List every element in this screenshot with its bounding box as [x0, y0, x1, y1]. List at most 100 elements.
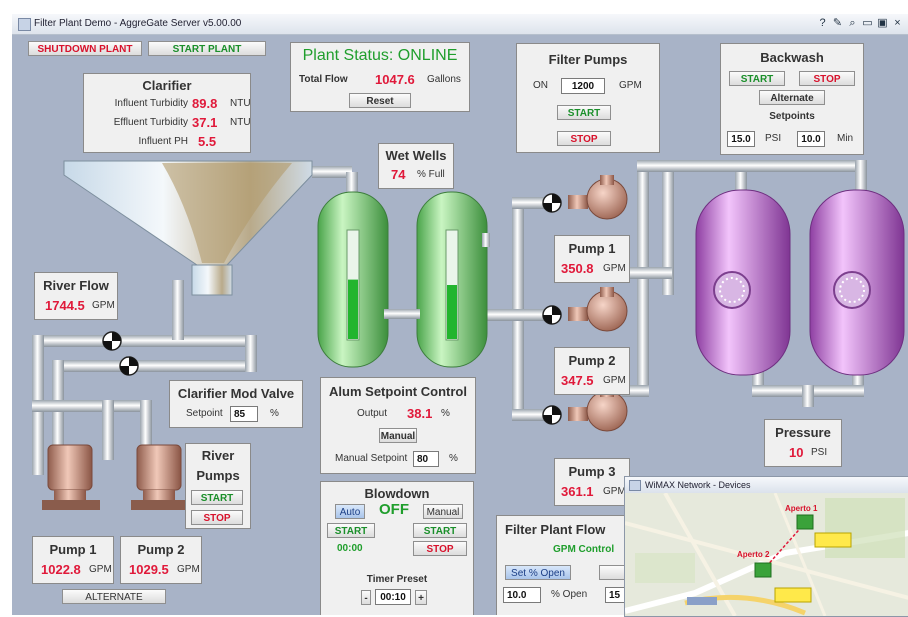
timer-increment-button[interactable]: + [415, 590, 427, 605]
pressure-value: 10 [789, 445, 804, 460]
wet-well-left-level [348, 279, 358, 339]
app-icon [18, 18, 31, 31]
device-2-icon[interactable] [754, 562, 772, 578]
blowdown-stop-button[interactable]: STOP [413, 541, 467, 556]
clarifier-neck [191, 264, 233, 296]
filter-pumps-stop-button[interactable]: STOP [557, 131, 611, 146]
influent-turbidity-value: 89.8 [192, 96, 218, 111]
backwash-title: Backwash [760, 50, 824, 65]
filter-flow-open-input[interactable]: 10.0 [503, 587, 541, 603]
backwash-min-input[interactable]: 10.0 [797, 131, 825, 147]
filter-pumps-gpm-unit: GPM [619, 80, 642, 91]
pump-3-unit: GPM [603, 486, 626, 497]
filter-pumps-start-button[interactable]: START [557, 105, 611, 120]
clarifier-valve-title: Clarifier Mod Valve [177, 386, 295, 401]
river-pump-1-title: Pump 1 [49, 542, 97, 557]
filter-flow-open-unit: % Open [551, 589, 588, 600]
shutdown-plant-button[interactable]: SHUTDOWN PLANT [28, 41, 142, 56]
zoom-icon[interactable]: ⌕ [846, 17, 859, 30]
alum-output-value: 38.1 [407, 406, 433, 421]
title-bar-buttons: ? ✎ ⌕ ▭ ▣ × [814, 16, 904, 30]
wet-wells-panel: Wet Wells 74 % Full [378, 143, 454, 189]
timer-decrement-button[interactable]: - [361, 590, 371, 605]
filter-pumps-on-label: ON [533, 80, 548, 91]
backwash-stop-button[interactable]: STOP [799, 71, 855, 86]
river-pump-2-value: 1029.5 [129, 562, 169, 577]
alum-manual-button[interactable]: Manual [379, 428, 417, 443]
network-window-titlebar: WiMAX Network - Devices [625, 477, 908, 493]
river-pump-1-value: 1022.8 [41, 562, 81, 577]
filter-flow-panel: Filter Plant Flow GPM Control Set % Open… [496, 515, 638, 615]
network-devices-window: WiMAX Network - Devices Aperto 1 Aperto … [624, 476, 908, 617]
pump-2-graphic [568, 287, 628, 332]
pump-1-value: 350.8 [561, 261, 594, 276]
network-window-icon [629, 480, 641, 492]
backwash-psi-input[interactable]: 15.0 [727, 131, 755, 147]
pipe-segment [384, 309, 420, 319]
filter-tank-right [809, 189, 905, 376]
blowdown-start-left-button[interactable]: START [327, 523, 375, 538]
set-percent-open-button[interactable]: Set % Open [505, 565, 571, 580]
network-map[interactable]: Aperto 1 Aperto 2 [625, 493, 908, 616]
blowdown-title: Blowdown [364, 486, 430, 501]
map-marker [687, 597, 717, 605]
plant-status-panel: Plant Status: ONLINE Total Flow 1047.6 G… [290, 42, 470, 112]
total-flow-unit: Gallons [427, 74, 461, 85]
filter-pumps-panel: Filter Pumps ON 1200 GPM START STOP [516, 43, 660, 153]
pump-2-panel: Pump 2 347.5 GPM [554, 347, 630, 395]
filter-tank-left [695, 189, 791, 376]
pump-3-panel: Pump 3 361.1 GPM [554, 458, 630, 506]
river-pumps-title-1: River [201, 448, 235, 463]
close-icon[interactable]: × [891, 17, 904, 29]
title-bar: Filter Plant Demo - AggreGate Server v5.… [12, 14, 908, 35]
reset-button[interactable]: Reset [349, 93, 411, 108]
river-pump-2-unit: GPM [177, 564, 200, 575]
help-icon[interactable]: ? [816, 17, 829, 29]
wet-well-right [416, 191, 488, 368]
alum-manual-setpoint-input[interactable]: 80 [413, 451, 439, 467]
start-plant-button[interactable]: START PLANT [148, 41, 266, 56]
influent-ph-value: 5.5 [198, 134, 217, 149]
edit-icon[interactable]: ✎ [831, 16, 844, 29]
restore-icon[interactable]: ▭ [861, 16, 874, 29]
valve-icon[interactable] [542, 305, 562, 325]
pump-2-title: Pump 2 [568, 353, 616, 368]
blowdown-manual-button[interactable]: Manual [423, 504, 463, 519]
network-window-title: WiMAX Network - Devices [645, 480, 751, 490]
backwash-min-unit: Min [837, 133, 854, 144]
total-flow-value: 1047.6 [375, 72, 415, 87]
influent-turbidity-unit: NTU [230, 98, 251, 109]
backwash-panel: Backwash START STOP Alternate Setpoints … [720, 43, 864, 155]
blowdown-panel: Blowdown Auto OFF Manual START START 00:… [320, 481, 474, 615]
pump-1-unit: GPM [603, 263, 626, 274]
valve-icon[interactable] [119, 356, 139, 376]
pressure-title: Pressure [775, 425, 831, 440]
blowdown-start-right-button[interactable]: START [413, 523, 467, 538]
influent-turbidity-label: Influent Turbidity [114, 98, 188, 109]
filter-pumps-gpm-input[interactable]: 1200 [561, 78, 605, 94]
timer-preset-input[interactable]: 00:10 [375, 589, 411, 605]
alum-title: Alum Setpoint Control [329, 384, 467, 399]
wet-well-right-level [447, 285, 457, 339]
river-pumps-start-button[interactable]: START [191, 490, 243, 505]
river-pumps-title-2: Pumps [196, 468, 240, 483]
blowdown-auto-button[interactable]: Auto [335, 504, 365, 519]
wet-wells-value: 74 [391, 167, 406, 182]
maximize-icon[interactable]: ▣ [876, 16, 889, 29]
river-pumps-stop-button[interactable]: STOP [191, 510, 243, 525]
plant-status-prefix: Plant Status: [302, 47, 394, 64]
valve-icon[interactable] [542, 405, 562, 425]
clarifier-valve-setpoint-input[interactable]: 85 [230, 406, 258, 422]
pipe-segment [735, 172, 747, 192]
valve-icon[interactable] [102, 331, 122, 351]
river-pump-2-graphic [131, 444, 189, 510]
device-1-icon[interactable] [796, 514, 814, 530]
pump-1-panel: Pump 1 350.8 GPM [554, 235, 630, 283]
alternate-button[interactable]: ALTERNATE [62, 589, 166, 604]
valve-icon[interactable] [542, 193, 562, 213]
pipe-segment [855, 160, 867, 190]
backwash-start-button[interactable]: START [729, 71, 785, 86]
backwash-alternate-button[interactable]: Alternate [759, 90, 825, 105]
river-flow-value: 1744.5 [45, 298, 85, 313]
pump-2-value: 347.5 [561, 373, 594, 388]
